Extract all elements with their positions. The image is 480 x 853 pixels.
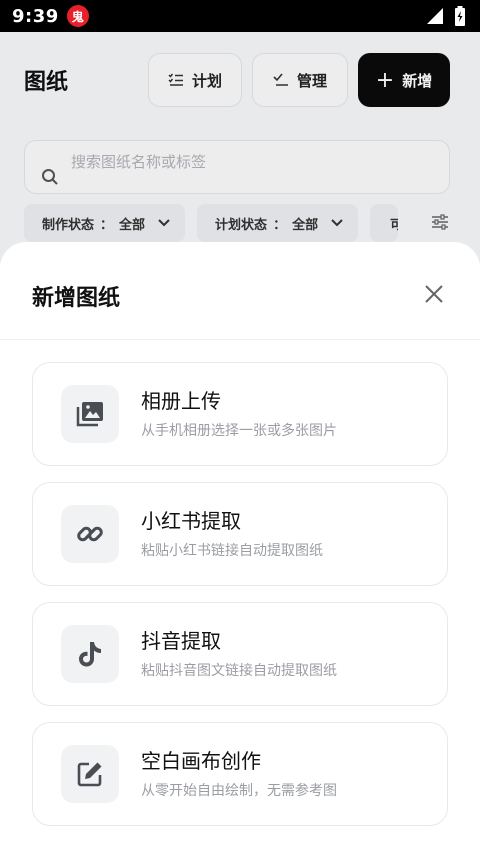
xiaohongshu-extract-option[interactable]: 小红书提取 粘贴小红书链接自动提取图纸 — [32, 482, 448, 586]
edit-icon — [61, 745, 119, 803]
status-bar: 9:39 鬼 — [0, 0, 480, 32]
option-title: 空白画布创作 — [141, 749, 261, 773]
option-text: 空白画布创作 从零开始自由绘制，无需参考图 — [141, 748, 337, 800]
add-options-list: 相册上传 从手机相册选择一张或多张图片 小红书提取 粘贴小红书链接自动提取图纸 … — [32, 362, 448, 842]
blank-canvas-option[interactable]: 空白画布创作 从零开始自由绘制，无需参考图 — [32, 722, 448, 826]
status-indicators — [426, 6, 466, 26]
sheet-header: 新增图纸 — [0, 242, 480, 340]
option-text: 相册上传 从手机相册选择一张或多张图片 — [141, 388, 337, 440]
sheet-title: 新增图纸 — [32, 286, 121, 311]
tiktok-icon — [61, 625, 119, 683]
close-icon — [425, 285, 443, 303]
option-text: 小红书提取 粘贴小红书链接自动提取图纸 — [141, 508, 323, 560]
option-text: 抖音提取 粘贴抖音图文链接自动提取图纸 — [141, 628, 337, 680]
battery-charging-icon — [455, 6, 465, 26]
status-time: 9:39 — [12, 5, 59, 27]
photo-library-icon — [61, 385, 119, 443]
close-button[interactable] — [422, 282, 446, 306]
album-upload-option[interactable]: 相册上传 从手机相册选择一张或多张图片 — [32, 362, 448, 466]
add-drawing-sheet: 新增图纸 相册上传 从手机相册选择一张或多张图片 小红书提取 粘贴小红书链接自动… — [0, 242, 480, 853]
option-title: 小红书提取 — [141, 509, 241, 533]
option-title: 相册上传 — [141, 389, 221, 413]
option-description: 从零开始自由绘制，无需参考图 — [141, 783, 337, 799]
douyin-extract-option[interactable]: 抖音提取 粘贴抖音图文链接自动提取图纸 — [32, 602, 448, 706]
option-title: 抖音提取 — [141, 629, 221, 653]
app-notification-icon: 鬼 — [66, 5, 89, 27]
signal-icon — [427, 8, 443, 24]
option-description: 粘贴小红书链接自动提取图纸 — [141, 543, 323, 559]
option-description: 从手机相册选择一张或多张图片 — [141, 423, 337, 439]
option-description: 粘贴抖音图文链接自动提取图纸 — [141, 663, 337, 679]
link-icon — [61, 505, 119, 563]
